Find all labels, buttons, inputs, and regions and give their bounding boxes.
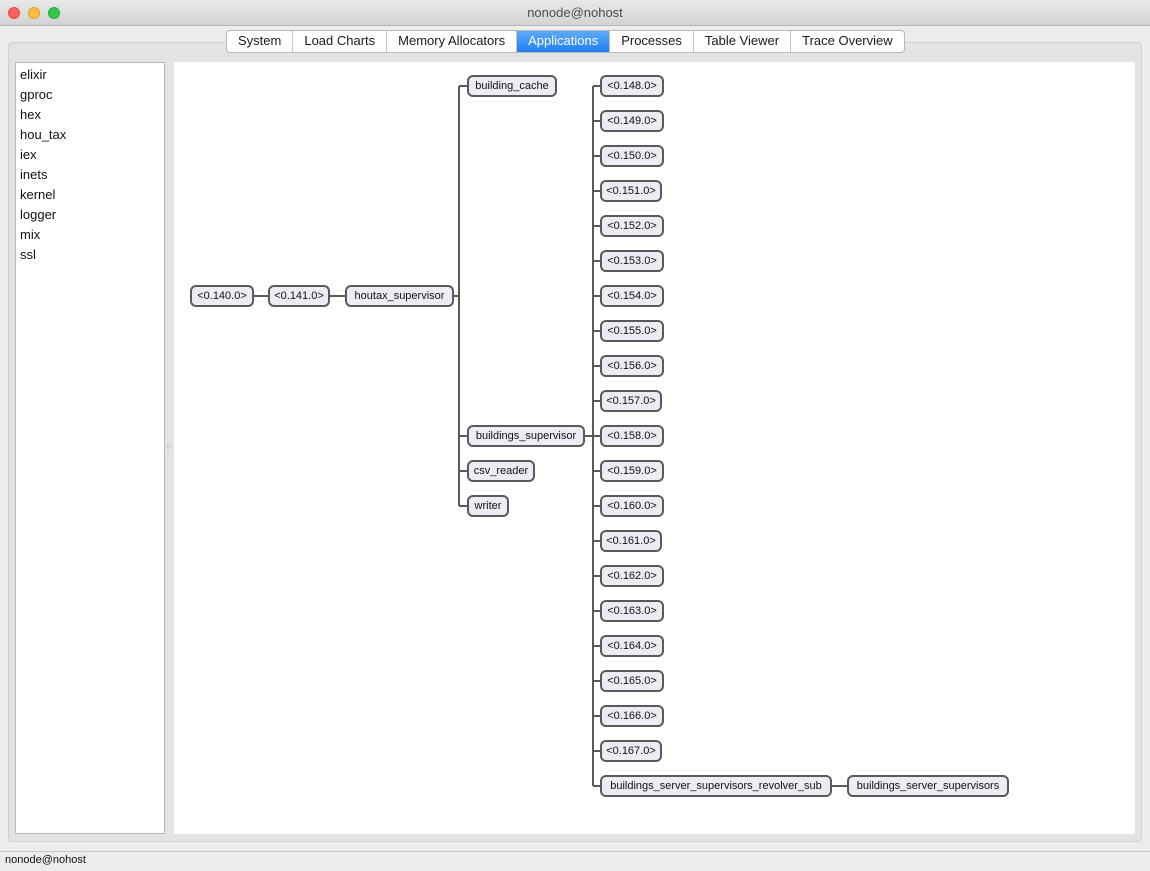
app-item-elixir[interactable]: elixir xyxy=(16,65,164,85)
app-item-hex[interactable]: hex xyxy=(16,105,164,125)
splitter-handle[interactable]: ○ xyxy=(166,443,172,451)
tree-node-buildings-server-supervisors[interactable]: buildings_server_supervisors xyxy=(847,775,1009,797)
tree-node-process[interactable]: <0.159.0> xyxy=(600,460,664,482)
tree-node-csv-reader[interactable]: csv_reader xyxy=(467,460,535,482)
tree-node-process[interactable]: <0.151.0> xyxy=(600,180,662,202)
tree-node-buildings-supervisor[interactable]: buildings_supervisor xyxy=(467,425,585,447)
tree-node-process[interactable]: <0.152.0> xyxy=(600,215,664,237)
tree-node-process[interactable]: <0.162.0> xyxy=(600,565,664,587)
tree-node-writer[interactable]: writer xyxy=(467,495,509,517)
tree-node-process[interactable]: <0.164.0> xyxy=(600,635,664,657)
tab-load-charts[interactable]: Load Charts xyxy=(293,31,388,52)
application-list: elixir gproc hex hou_tax iex inets kerne… xyxy=(15,62,165,834)
status-text: nonode@nohost xyxy=(5,854,86,866)
tree-node-root-process[interactable]: <0.140.0> xyxy=(190,285,254,307)
tab-table-viewer[interactable]: Table Viewer xyxy=(694,31,792,52)
tab-processes[interactable]: Processes xyxy=(610,31,694,52)
tree-node-process[interactable]: <0.165.0> xyxy=(600,670,664,692)
tree-node-revolver-sub[interactable]: buildings_server_supervisors_revolver_su… xyxy=(600,775,832,797)
tab-applications[interactable]: Applications xyxy=(517,31,611,52)
tree-node-process[interactable]: <0.154.0> xyxy=(600,285,664,307)
tree-node-houtax-supervisor[interactable]: houtax_supervisor xyxy=(345,285,454,307)
title-bar: nonode@nohost xyxy=(0,0,1150,26)
tree-node-process[interactable]: <0.160.0> xyxy=(600,495,664,517)
tree-node-process[interactable]: <0.163.0> xyxy=(600,600,664,622)
supervision-tree-panel: <0.140.0> <0.141.0> houtax_supervisor bu… xyxy=(174,62,1135,834)
app-item-inets[interactable]: inets xyxy=(16,165,164,185)
app-item-logger[interactable]: logger xyxy=(16,205,164,225)
app-item-ssl[interactable]: ssl xyxy=(16,245,164,265)
tree-node-process[interactable]: <0.161.0> xyxy=(600,530,662,552)
tree-node-process[interactable]: <0.167.0> xyxy=(600,740,662,762)
tree-node-process[interactable]: <0.155.0> xyxy=(600,320,664,342)
window-title: nonode@nohost xyxy=(527,5,623,20)
app-item-hou-tax[interactable]: hou_tax xyxy=(16,125,164,145)
status-bar: nonode@nohost xyxy=(0,851,1150,871)
tab-trace-overview[interactable]: Trace Overview xyxy=(791,31,904,52)
tree-node-process[interactable]: <0.149.0> xyxy=(600,110,664,132)
tree-node-process[interactable]: <0.158.0> xyxy=(600,425,664,447)
tree-node-process[interactable]: <0.148.0> xyxy=(600,75,664,97)
tree-node-process[interactable]: <0.150.0> xyxy=(600,145,664,167)
app-item-mix[interactable]: mix xyxy=(16,225,164,245)
tab-system[interactable]: System xyxy=(227,31,294,52)
app-item-kernel[interactable]: kernel xyxy=(16,185,164,205)
tree-node-process[interactable]: <0.153.0> xyxy=(600,250,664,272)
tree-node-process[interactable]: <0.156.0> xyxy=(600,355,664,377)
app-item-gproc[interactable]: gproc xyxy=(16,85,164,105)
tree-node-process[interactable]: <0.141.0> xyxy=(268,285,330,307)
tree-node-process[interactable]: <0.157.0> xyxy=(600,390,662,412)
tab-bar: System Load Charts Memory Allocators App… xyxy=(226,30,905,53)
tree-node-process[interactable]: <0.166.0> xyxy=(600,705,664,727)
tab-memory-allocators[interactable]: Memory Allocators xyxy=(387,31,518,52)
app-item-iex[interactable]: iex xyxy=(16,145,164,165)
tree-node-building-cache[interactable]: building_cache xyxy=(467,75,557,97)
